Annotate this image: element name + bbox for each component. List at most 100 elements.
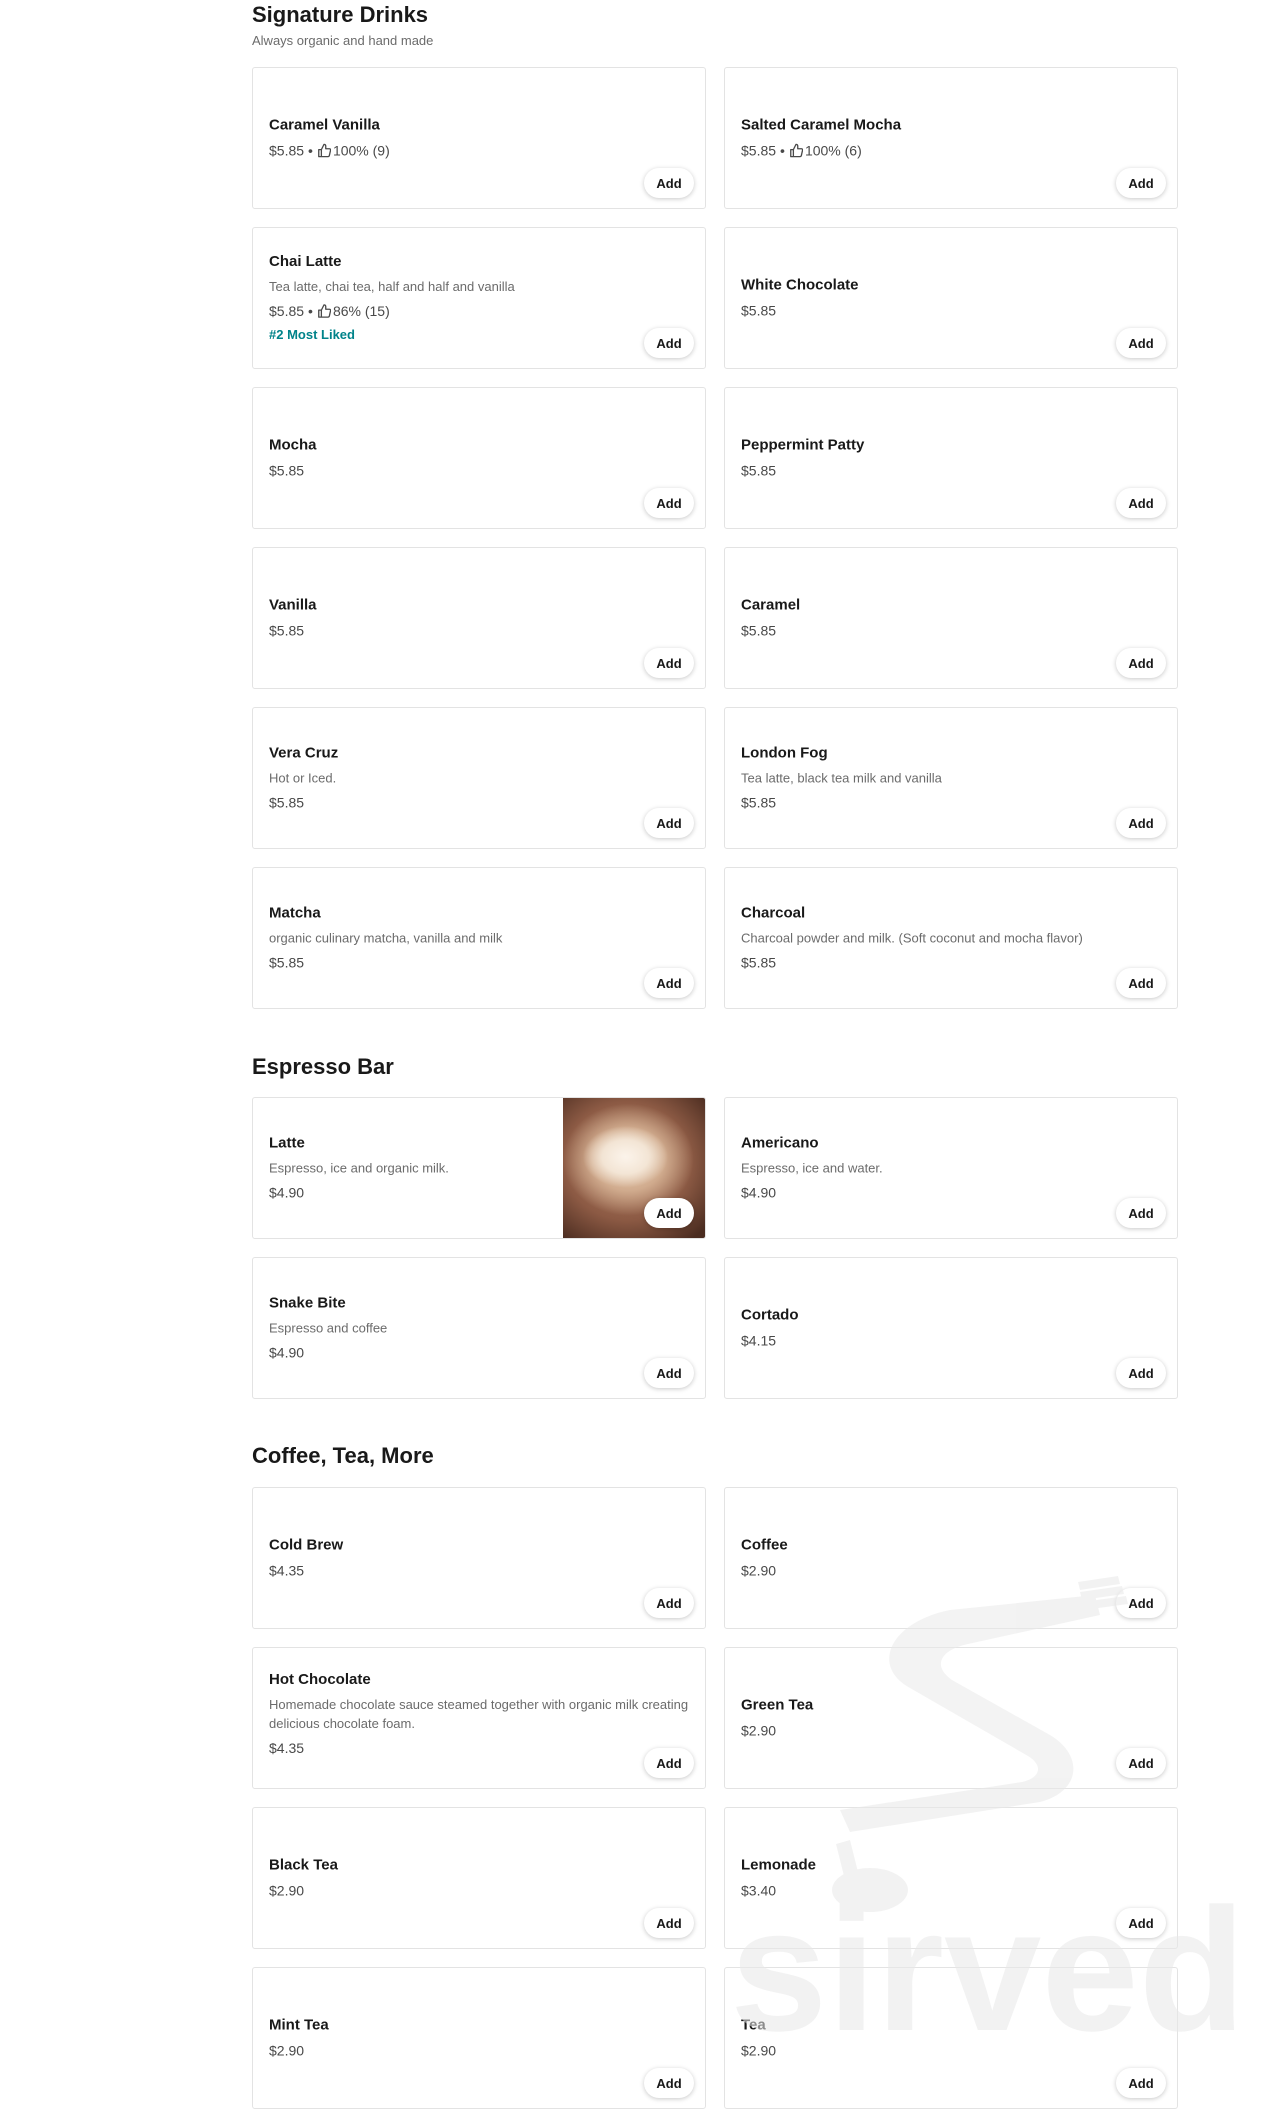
menu-item-card[interactable]: Chai Latte Tea latte, chai tea, half and…	[252, 227, 706, 369]
menu-item-card[interactable]: Green Tea $2.90 Add	[724, 1647, 1178, 1789]
item-name: Caramel	[741, 596, 801, 614]
add-button[interactable]: Add	[1116, 2068, 1166, 2098]
item-name: Tea	[741, 2016, 766, 2034]
item-description: Homemade chocolate sauce steamed togethe…	[269, 1696, 689, 1731]
item-name: Cold Brew	[269, 1536, 344, 1554]
item-description: Espresso, ice and water.	[741, 1160, 883, 1176]
add-button[interactable]: Add	[1116, 1908, 1166, 1938]
item-name: Cortado	[741, 1306, 799, 1324]
add-button[interactable]: Add	[1116, 1748, 1166, 1778]
item-price: $3.40	[741, 1882, 777, 1899]
add-button[interactable]: Add	[1116, 328, 1166, 358]
menu-item-card[interactable]: Black Tea $2.90 Add	[252, 1807, 706, 1949]
thumbs-up-icon	[318, 143, 331, 158]
menu-item-card[interactable]: Coffee $2.90 Add	[724, 1487, 1178, 1629]
item-description: Espresso, ice and organic milk.	[269, 1160, 449, 1176]
item-rating: 100% (9)	[332, 142, 390, 159]
item-name: Vanilla	[269, 596, 317, 614]
add-button[interactable]: Add	[1116, 1358, 1166, 1388]
item-price: $4.90	[269, 1344, 305, 1361]
item-meta: $5.85 • 100% (9)	[269, 141, 689, 161]
item-name: Vera Cruz	[269, 744, 339, 762]
menu-item-card[interactable]: Cortado $4.15 Add	[724, 1257, 1178, 1399]
item-rating: 100% (6)	[804, 142, 862, 159]
add-button[interactable]: Add	[644, 1908, 694, 1938]
menu-item-card[interactable]: Peppermint Patty $5.85 Add	[724, 387, 1178, 529]
add-button[interactable]: Add	[1116, 968, 1166, 998]
item-price: $4.15	[741, 1332, 777, 1349]
add-button[interactable]: Add	[1116, 808, 1166, 838]
thumbs-up-icon	[318, 304, 331, 318]
item-price: $5.85	[269, 462, 305, 479]
item-price: $5.85	[741, 622, 777, 639]
menu-item-card[interactable]: Lemonade $3.40 Add	[724, 1807, 1178, 1949]
separator-dot: •	[308, 303, 313, 319]
item-price: $5.85	[269, 794, 305, 811]
item-price: $2.90	[741, 1562, 777, 1579]
item-price: $5.85	[741, 794, 777, 811]
add-button[interactable]: Add	[644, 1198, 694, 1228]
item-price: $4.35	[269, 1739, 305, 1756]
menu-container: Signature Drinks Always organic and hand…	[0, 0, 1281, 2114]
menu-item-card[interactable]: Tea $2.90 Add	[724, 1967, 1178, 2109]
add-button[interactable]: Add	[644, 328, 694, 358]
section-title-espresso-bar: Espresso Bar	[252, 1054, 394, 1079]
menu-item-card[interactable]: Matcha organic culinary matcha, vanilla …	[252, 867, 706, 1009]
add-button[interactable]: Add	[644, 1358, 694, 1388]
separator-dot: •	[308, 142, 313, 159]
add-button[interactable]: Add	[1116, 488, 1166, 518]
item-description: organic culinary matcha, vanilla and mil…	[269, 930, 503, 946]
menu-item-card[interactable]: London Fog Tea latte, black tea milk and…	[724, 707, 1178, 849]
menu-item-card[interactable]: Snake Bite Espresso and coffee $4.90 Add	[252, 1257, 706, 1399]
menu-item-card[interactable]: Charcoal Charcoal powder and milk. (Soft…	[724, 867, 1178, 1009]
item-name: Americano	[741, 1134, 819, 1152]
menu-item-card[interactable]: Vera Cruz Hot or Iced. $5.85 Add	[252, 707, 706, 849]
item-price: $5.85	[269, 303, 305, 319]
menu-item-card[interactable]: Vanilla $5.85 Add	[252, 547, 706, 689]
menu-item-card[interactable]: Cold Brew $4.35 Add	[252, 1487, 706, 1629]
item-rating: 86% (15)	[332, 303, 390, 319]
most-liked-badge: #2 Most Liked	[269, 327, 355, 342]
item-price: $2.90	[269, 2042, 305, 2059]
item-name: Chai Latte	[269, 253, 342, 270]
add-button[interactable]: Add	[644, 648, 694, 678]
menu-item-card[interactable]: Hot Chocolate Homemade chocolate sauce s…	[252, 1647, 706, 1789]
menu-item-card[interactable]: Mocha $5.85 Add	[252, 387, 706, 529]
item-name: Salted Caramel Mocha	[741, 116, 902, 134]
add-button[interactable]: Add	[644, 808, 694, 838]
item-price: $2.90	[269, 1882, 305, 1899]
add-button[interactable]: Add	[644, 1748, 694, 1778]
menu-item-card[interactable]: White Chocolate $5.85 Add	[724, 227, 1178, 369]
add-button[interactable]: Add	[1116, 168, 1166, 198]
section-subtitle: Always organic and hand made	[252, 33, 434, 48]
item-description: Tea latte, chai tea, half and half and v…	[269, 279, 515, 294]
add-button[interactable]: Add	[644, 2068, 694, 2098]
item-price: $5.85	[741, 302, 777, 319]
item-price: $2.90	[741, 1722, 777, 1739]
menu-item-card[interactable]: Americano Espresso, ice and water. $4.90…	[724, 1097, 1178, 1239]
add-button[interactable]: Add	[644, 488, 694, 518]
add-button[interactable]: Add	[644, 968, 694, 998]
section-title-signature-drinks: Signature Drinks	[252, 2, 429, 27]
menu-item-card[interactable]: Salted Caramel Mocha $5.85 • 100% (6) Add	[724, 67, 1178, 209]
add-button[interactable]: Add	[644, 168, 694, 198]
menu-item-card[interactable]: Caramel $5.85 Add	[724, 547, 1178, 689]
menu-item-card[interactable]: Mint Tea $2.90 Add	[252, 1967, 706, 2109]
item-description: Tea latte, black tea milk and vanilla	[741, 770, 942, 786]
item-price: $5.85	[741, 142, 777, 159]
add-button[interactable]: Add	[1116, 1588, 1166, 1618]
item-name: Lemonade	[741, 1856, 817, 1874]
add-button[interactable]: Add	[1116, 648, 1166, 678]
menu-item-card[interactable]: Latte Espresso, ice and organic milk. $4…	[252, 1097, 706, 1239]
item-name: Matcha	[269, 904, 321, 922]
item-name: Coffee	[741, 1536, 788, 1554]
item-meta: $5.85 • 100% (6)	[741, 141, 1161, 161]
item-name: Peppermint Patty	[741, 436, 865, 454]
item-name: White Chocolate	[741, 276, 859, 294]
add-button[interactable]: Add	[1116, 1198, 1166, 1228]
item-price: $4.35	[269, 1562, 305, 1579]
menu-item-card[interactable]: Caramel Vanilla $5.85 • 100% (9) Add	[252, 67, 706, 209]
separator-dot: •	[780, 142, 785, 159]
item-price: $5.85	[269, 954, 305, 971]
add-button[interactable]: Add	[644, 1588, 694, 1618]
